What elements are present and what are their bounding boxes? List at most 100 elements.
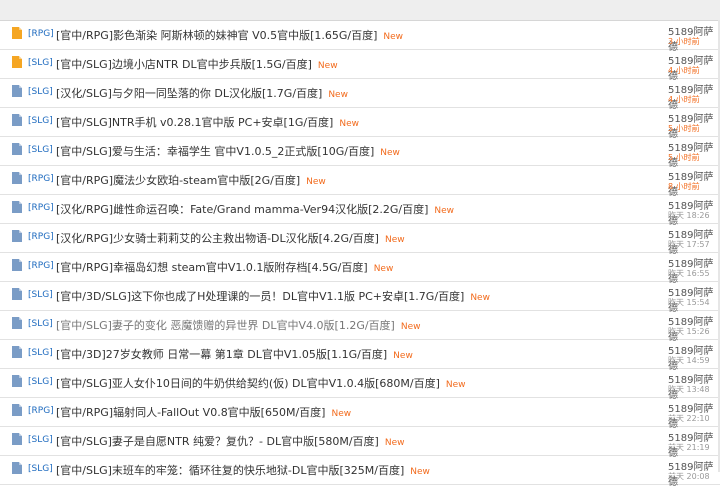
thread-title-link[interactable]: [官中/RPG]辐射同人-FallOut V0.8官中版[650M/百度] New: [56, 404, 351, 420]
thread-title-text[interactable]: [官中/SLG]妻子的变化 恶魔馈赠的异世界 DL官中V4.0版[1.2G/百度…: [56, 319, 395, 332]
thread-time: 昨天 15:26: [668, 327, 710, 336]
thread-row[interactable]: [SLG] [官中/SLG]爱与生活：幸福学生 官中V1.0.5_2正式版[10G…: [0, 137, 720, 169]
new-badge: New: [445, 380, 466, 390]
thread-title-text[interactable]: [官中/3D/SLG]这下你也成了H处理课的一员！DL官中V1.1版 PC+安卓…: [56, 290, 464, 303]
thread-tag[interactable]: [RPG]: [28, 261, 54, 271]
thread-time: 昨天 14:59: [668, 356, 710, 365]
thread-title-text[interactable]: [官中/SLG]亚人女仆10日间的牛奶供给契约(仮) DL官中V1.0.4版[6…: [56, 377, 440, 390]
thread-tag[interactable]: [SLG]: [28, 464, 53, 474]
new-badge: New: [434, 206, 455, 216]
thread-tag[interactable]: [RPG]: [28, 174, 54, 184]
thread-row[interactable]: [RPG] [官中/RPG]魔法少女欧珀-steam官中版[2G/百度] New 51…: [0, 166, 720, 198]
thread-title-text[interactable]: [汉化/RPG]少女骑士莉莉艾的公主救出物语-DL汉化版[4.2G/百度]: [56, 232, 379, 245]
document-icon: [12, 346, 22, 358]
thread-title-link[interactable]: [官中/3D/SLG]这下你也成了H处理课的一员！DL官中V1.1版 PC+安卓…: [56, 288, 490, 304]
thread-tag[interactable]: [SLG]: [28, 145, 53, 155]
thread-title-link[interactable]: [官中/SLG]爱与生活：幸福学生 官中V1.0.5_2正式版[10G/百度] N…: [56, 143, 400, 159]
thread-tag[interactable]: [SLG]: [28, 435, 53, 445]
thread-row[interactable]: [SLG] [官中/SLG]妻子的变化 恶魔馈赠的异世界 DL官中V4.0版[1.…: [0, 311, 720, 343]
thread-title-text[interactable]: [官中/SLG]末班车的牢笼：循环往复的快乐地狱-DL官中版[325M/百度]: [56, 464, 404, 477]
thread-title-text[interactable]: [汉化/SLG]与夕阳一同坠落的你 DL汉化版[1.7G/百度]: [56, 87, 322, 100]
thread-title-link[interactable]: [官中/SLG]妻子的变化 恶魔馈赠的异世界 DL官中V4.0版[1.2G/百度…: [56, 317, 420, 333]
thread-time: 4 小时前: [668, 66, 700, 75]
thread-tag[interactable]: [RPG]: [28, 203, 54, 213]
new-badge: New: [306, 177, 326, 187]
thread-row[interactable]: [SLG] [汉化/SLG]与夕阳一同坠落的你 DL汉化版[1.7G/百度] New…: [0, 79, 720, 111]
new-badge: New: [400, 322, 421, 332]
thread-title-link[interactable]: [官中/RPG]影色渐染 阿斯林顿的妹神官 V0.5官中版[1.65G/百度] N…: [56, 27, 403, 43]
document-icon: [12, 404, 22, 416]
new-badge: New: [380, 148, 400, 158]
thread-row[interactable]: [RPG] [汉化/RPG]少女骑士莉莉艾的公主救出物语-DL汉化版[4.2G/百…: [0, 224, 720, 256]
thread-title-link[interactable]: [汉化/RPG]少女骑士莉莉艾的公主救出物语-DL汉化版[4.2G/百度] New: [56, 230, 405, 246]
thread-row[interactable]: [RPG] [官中/RPG]幸福岛幻想 steam官中V1.0.1版附存档[4.5…: [0, 253, 720, 285]
thread-title-text[interactable]: [官中/RPG]魔法少女欧珀-steam官中版[2G/百度]: [56, 174, 300, 187]
thread-tag[interactable]: [RPG]: [28, 232, 54, 242]
thread-time: 昨天 13:48: [668, 385, 710, 394]
thread-title-link[interactable]: [官中/3D]27岁女教师 日常一幕 第1章 DL官中V1.05版[1.1G/百…: [56, 346, 413, 362]
hot-thread-icon: [12, 56, 22, 68]
thread-time: 3 小时前: [668, 37, 700, 46]
thread-row[interactable]: [SLG] [官中/SLG]末班车的牢笼：循环往复的快乐地狱-DL官中版[325M…: [0, 456, 720, 488]
thread-time: 昨天 16:55: [668, 269, 710, 278]
thread-title-text[interactable]: [官中/SLG]NTR手机 v0.28.1官中版 PC+安卓[1G/百度]: [56, 116, 333, 129]
document-icon: [12, 85, 22, 97]
thread-time: 4 小时前: [668, 95, 700, 104]
thread-time: 前天 21:19: [668, 443, 710, 452]
thread-tag[interactable]: [SLG]: [28, 348, 53, 358]
thread-tag[interactable]: [RPG]: [28, 29, 54, 39]
thread-time: 昨天 18:26: [668, 211, 710, 220]
thread-tag[interactable]: [SLG]: [28, 290, 53, 300]
thread-title-text[interactable]: [官中/SLG]爱与生活：幸福学生 官中V1.0.5_2正式版[10G/百度]: [56, 145, 374, 158]
new-badge: New: [328, 90, 348, 100]
thread-time: 前天 22:10: [668, 414, 710, 423]
thread-title-text[interactable]: [官中/3D]27岁女教师 日常一幕 第1章 DL官中V1.05版[1.1G/百…: [56, 348, 387, 361]
thread-title-link[interactable]: [官中/SLG]妻子是自愿NTR 纯爱？复仇？- DL官中版[580M/百度] N…: [56, 433, 405, 449]
thread-title-link[interactable]: [汉化/SLG]与夕阳一同坠落的你 DL汉化版[1.7G/百度] New: [56, 85, 348, 101]
thread-tag[interactable]: [SLG]: [28, 319, 53, 329]
thread-title-text[interactable]: [汉化/RPG]雌性命运召唤：Fate/Grand mamma-Ver94汉化版…: [56, 203, 428, 216]
thread-row[interactable]: [SLG] [官中/3D/SLG]这下你也成了H处理课的一员！DL官中V1.1版 …: [0, 282, 720, 314]
thread-tag[interactable]: [SLG]: [28, 87, 53, 97]
new-badge: New: [384, 438, 405, 448]
thread-title-link[interactable]: [官中/SLG]末班车的牢笼：循环往复的快乐地狱-DL官中版[325M/百度] N…: [56, 462, 430, 478]
thread-tag[interactable]: [SLG]: [28, 58, 53, 68]
document-icon: [12, 375, 22, 387]
thread-row[interactable]: [RPG] [官中/RPG]影色渐染 阿斯林顿的妹神官 V0.5官中版[1.65G…: [0, 21, 720, 53]
thread-time: 昨天 17:57: [668, 240, 710, 249]
thread-time: 5 小时前: [668, 153, 700, 162]
document-icon: [12, 114, 22, 126]
new-badge: New: [393, 351, 413, 361]
thread-title-link[interactable]: [官中/SLG]亚人女仆10日间的牛奶供给契约(仮) DL官中V1.0.4版[6…: [56, 375, 466, 391]
thread-title-link[interactable]: [官中/SLG]边境小店NTR DL官中步兵版[1.5G/百度] New: [56, 56, 338, 72]
thread-title-link[interactable]: [汉化/RPG]雌性命运召唤：Fate/Grand mamma-Ver94汉化版…: [56, 201, 454, 217]
thread-row[interactable]: [SLG] [官中/3D]27岁女教师 日常一幕 第1章 DL官中V1.05版[1…: [0, 340, 720, 372]
thread-row[interactable]: [SLG] [官中/SLG]妻子是自愿NTR 纯爱？复仇？- DL官中版[580M…: [0, 427, 720, 459]
thread-title-text[interactable]: [官中/RPG]幸福岛幻想 steam官中V1.0.1版附存档[4.5G/百度]: [56, 261, 368, 274]
thread-list: [RPG] [官中/RPG]影色渐染 阿斯林顿的妹神官 V0.5官中版[1.65G…: [0, 21, 720, 488]
thread-row[interactable]: [RPG] [汉化/RPG]雌性命运召唤：Fate/Grand mamma-Ver…: [0, 195, 720, 227]
thread-title-text[interactable]: [官中/RPG]辐射同人-FallOut V0.8官中版[650M/百度]: [56, 406, 325, 419]
thread-title-link[interactable]: [官中/RPG]幸福岛幻想 steam官中V1.0.1版附存档[4.5G/百度]…: [56, 259, 393, 275]
thread-row[interactable]: [SLG] [官中/SLG]亚人女仆10日间的牛奶供给契约(仮) DL官中V1.0…: [0, 369, 720, 401]
new-badge: New: [331, 409, 352, 419]
new-badge: New: [317, 61, 338, 71]
thread-row[interactable]: [SLG] [官中/SLG]边境小店NTR DL官中步兵版[1.5G/百度] New…: [0, 50, 720, 82]
thread-time: 5 小时前: [668, 124, 700, 133]
document-icon: [12, 230, 22, 242]
thread-title-text[interactable]: [官中/SLG]边境小店NTR DL官中步兵版[1.5G/百度]: [56, 58, 312, 71]
new-badge: New: [470, 293, 490, 303]
thread-tag[interactable]: [SLG]: [28, 377, 53, 387]
document-icon: [12, 201, 22, 213]
thread-tag[interactable]: [SLG]: [28, 116, 53, 126]
thread-title-link[interactable]: [官中/RPG]魔法少女欧珀-steam官中版[2G/百度] New: [56, 172, 326, 188]
new-badge: New: [373, 264, 394, 274]
thread-title-text[interactable]: [官中/SLG]妻子是自愿NTR 纯爱？复仇？- DL官中版[580M/百度]: [56, 435, 379, 448]
thread-row[interactable]: [SLG] [官中/SLG]NTR手机 v0.28.1官中版 PC+安卓[1G/百…: [0, 108, 720, 140]
thread-title-text[interactable]: [官中/RPG]影色渐染 阿斯林顿的妹神官 V0.5官中版[1.65G/百度]: [56, 29, 377, 42]
thread-tag[interactable]: [RPG]: [28, 406, 54, 416]
thread-time: 8 小时前: [668, 182, 700, 191]
new-badge: New: [384, 235, 405, 245]
thread-title-link[interactable]: [官中/SLG]NTR手机 v0.28.1官中版 PC+安卓[1G/百度] New: [56, 114, 359, 130]
thread-row[interactable]: [RPG] [官中/RPG]辐射同人-FallOut V0.8官中版[650M/百…: [0, 398, 720, 430]
